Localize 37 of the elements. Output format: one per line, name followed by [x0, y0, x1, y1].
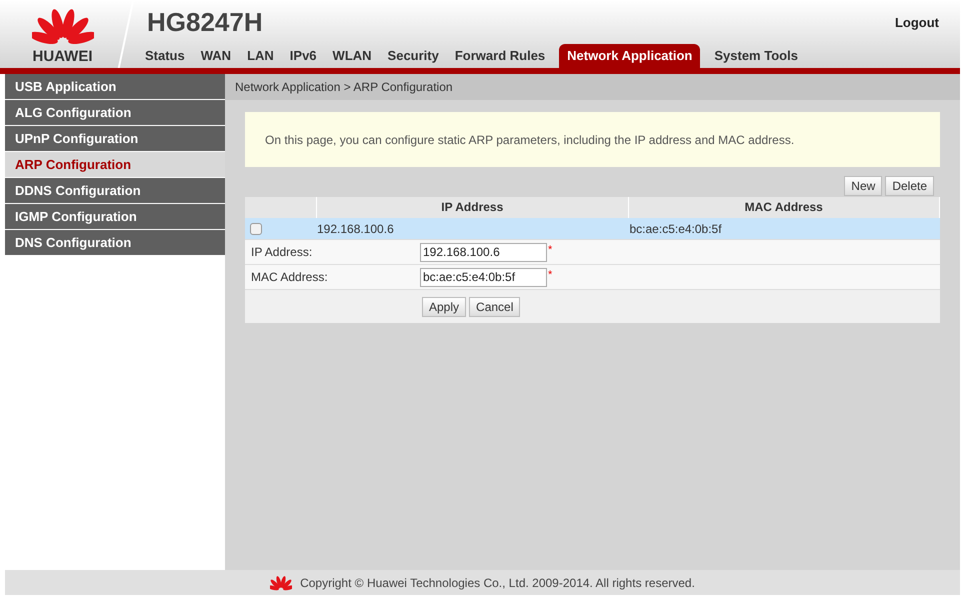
sidebar-item[interactable]: DNS Configuration — [5, 230, 225, 256]
nav-tab[interactable]: Forward Rules — [446, 44, 554, 68]
info-panel: On this page, you can configure static ARP parameters, including the IP address and MAC address. — [245, 112, 940, 167]
logout-link[interactable]: Logout — [894, 13, 939, 32]
nav-tab[interactable]: Security — [380, 44, 447, 68]
sidebar-item[interactable]: USB Application — [5, 74, 225, 100]
nav-tab[interactable]: Network Application — [559, 44, 700, 68]
nav-tab[interactable]: IPv6 — [282, 44, 325, 68]
nav-tab[interactable]: LAN — [239, 44, 282, 68]
nav-tab[interactable]: WLAN — [324, 44, 380, 68]
row-checkbox[interactable] — [250, 222, 262, 234]
new-button[interactable]: New — [844, 176, 882, 196]
sidebar-item[interactable]: UPnP Configuration — [5, 126, 225, 152]
huawei-logo-icon — [270, 574, 292, 591]
input-field[interactable]: bc:ae:c5:e4:0b:5f — [420, 268, 547, 286]
table-cell-text: 192.168.100.6 — [317, 220, 395, 238]
breadcrumb: Network Application > ARP Configuration — [225, 74, 960, 100]
sidebar-item[interactable]: IGMP Configuration — [5, 204, 225, 230]
field-label: MAC Address: — [250, 269, 329, 286]
required-mark: * — [548, 268, 552, 283]
field-label: IP Address: — [250, 244, 314, 261]
delete-button[interactable]: Delete — [885, 176, 934, 196]
brand-name: HUAWEI — [32, 46, 92, 66]
sidebar-item[interactable]: DDNS Configuration — [5, 178, 225, 204]
nav-tab[interactable]: System Tools — [706, 44, 806, 68]
nav-tab[interactable]: Status — [137, 44, 193, 68]
table-row[interactable]: 192.168.100.6 bc:ae:c5:e4:0b:5f — [245, 218, 940, 239]
table-cell-text: bc:ae:c5:e4:0b:5f — [628, 220, 723, 238]
sidebar-item[interactable]: ARP Configuration — [5, 152, 225, 178]
cancel-button[interactable]: Cancel — [469, 296, 520, 316]
model-name: HG8247H — [147, 6, 263, 38]
required-mark: * — [548, 243, 552, 258]
sidebar-item[interactable]: ALG Configuration — [5, 100, 225, 126]
copyright-text: Copyright © Huawei Technologies Co., Ltd. 2009-2014. All rights reserved. — [300, 574, 695, 592]
input-field[interactable]: 192.168.100.6 — [420, 242, 547, 262]
apply-button[interactable]: Apply — [422, 296, 466, 316]
nav-tab[interactable]: WAN — [192, 44, 240, 68]
